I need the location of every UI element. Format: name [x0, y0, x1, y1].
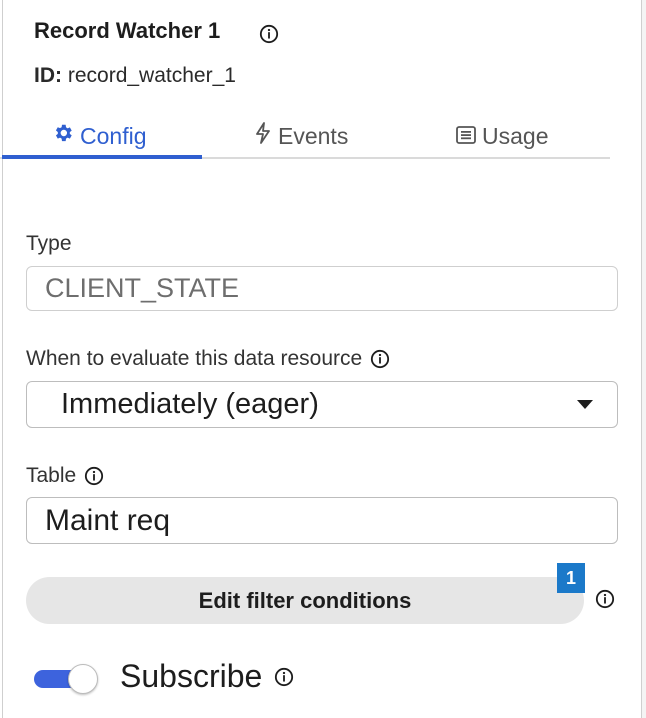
subscribe-toggle[interactable]	[34, 664, 98, 694]
info-icon[interactable]	[370, 349, 390, 369]
tab-events[interactable]: Events	[254, 118, 348, 154]
type-value: CLIENT_STATE	[45, 273, 240, 303]
table-label-text: Table	[26, 464, 77, 487]
subscribe-label-text: Subscribe	[120, 658, 263, 694]
info-icon[interactable]	[84, 466, 104, 486]
table-label: Table	[26, 464, 104, 488]
edit-filter-conditions-button[interactable]: Edit filter conditions	[26, 577, 584, 624]
lightning-icon	[254, 122, 272, 150]
type-label: Type	[26, 232, 72, 256]
panel-title-text: Record Watcher 1	[34, 18, 221, 43]
tab-usage-label: Usage	[482, 122, 549, 149]
tab-config[interactable]: Config	[52, 118, 146, 154]
caret-down-icon	[577, 400, 593, 409]
type-label-text: Type	[26, 232, 72, 255]
evaluate-label-text: When to evaluate this data resource	[26, 347, 363, 370]
id-value: record_watcher_1	[67, 64, 236, 87]
toggle-knob	[68, 664, 98, 694]
id-label: ID:	[34, 64, 62, 87]
panel-title: Record Watcher 1	[34, 18, 220, 44]
info-icon[interactable]	[259, 24, 279, 44]
tab-usage[interactable]: Usage	[456, 118, 548, 154]
gear-icon	[52, 122, 74, 150]
list-icon	[456, 123, 476, 150]
filter-count-badge: 1	[557, 563, 585, 593]
info-icon[interactable]	[595, 589, 615, 609]
subscribe-label: Subscribe	[120, 658, 294, 695]
evaluate-select[interactable]: Immediately (eager)	[26, 381, 618, 428]
info-icon[interactable]	[274, 667, 294, 687]
type-field: CLIENT_STATE	[26, 266, 618, 311]
evaluate-selected: Immediately (eager)	[61, 388, 319, 420]
tab-events-label: Events	[278, 122, 349, 149]
evaluate-label: When to evaluate this data resource	[26, 347, 390, 371]
tab-config-label: Config	[80, 122, 147, 149]
resource-id: ID: record_watcher_1	[34, 64, 236, 88]
scrollbar[interactable]	[642, 0, 646, 718]
table-input[interactable]: Maint req	[26, 497, 618, 544]
active-tab-indicator	[2, 155, 202, 159]
table-value: Maint req	[45, 503, 171, 537]
